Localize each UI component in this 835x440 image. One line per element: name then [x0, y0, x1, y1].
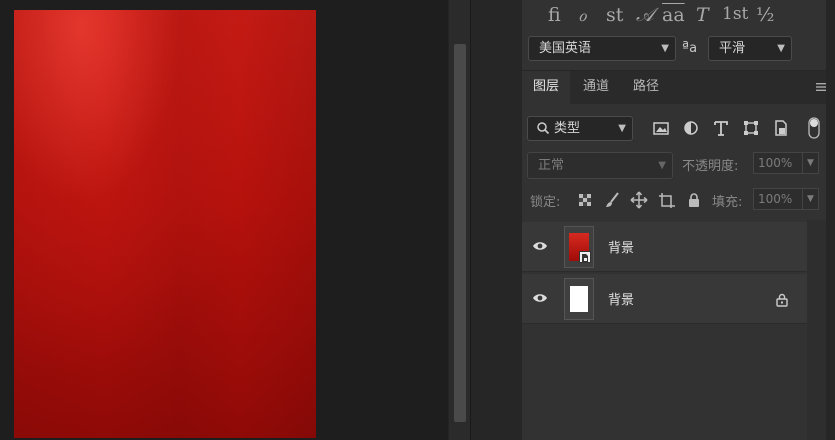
opacity-input[interactable]: 100% [753, 152, 803, 174]
adjustment-filter-icon[interactable] [680, 117, 702, 139]
search-icon [536, 117, 550, 147]
lock-label: 锁定: [530, 195, 561, 210]
opacity-dropdown[interactable]: ▼ [803, 152, 819, 174]
canvas-workspace[interactable] [0, 0, 448, 440]
filter-toggle-switch[interactable] [807, 116, 821, 140]
image-filter-icon[interactable] [650, 117, 672, 139]
lock-image-pixels-brush-icon[interactable] [602, 189, 624, 211]
fill-input[interactable]: 100% [753, 188, 803, 210]
blend-mode-dropdown[interactable]: 正常 ▼ [527, 152, 673, 179]
stylistic-alternates-glyph-button[interactable]: aa [662, 4, 685, 26]
tab-channels[interactable]: 通道 [572, 71, 620, 105]
aa-size-icon: ªa [682, 38, 698, 56]
layer-thumbnail [564, 226, 594, 268]
layer-filter-dropdown[interactable]: 类型 ▼ [527, 116, 633, 141]
layer-name[interactable]: 背景 [608, 237, 634, 256]
smart-object-filter-icon[interactable] [770, 117, 792, 139]
filter-kind-value: 类型 [554, 121, 581, 136]
discretionary-ligature-glyph-button[interactable]: st [606, 4, 623, 26]
layer-name[interactable]: 背景 [608, 289, 634, 308]
chevron-down-icon: ▼ [658, 160, 666, 171]
chevron-down-icon: ▼ [618, 123, 626, 134]
document-canvas[interactable] [14, 10, 316, 438]
opentype-glyph-bar: ﬁ ℴ st 𝒜 aa 𝑇 1st ½ [522, 0, 835, 34]
type-filter-icon[interactable] [710, 117, 732, 139]
lock-position-move-icon[interactable] [628, 189, 650, 211]
fill-label: 填充: [712, 195, 743, 210]
canvas-scrollbar-thumb[interactable] [454, 44, 466, 422]
eye-icon[interactable] [532, 239, 548, 253]
tab-layers[interactable]: 图层 [522, 71, 570, 105]
right-panel: ﬁ ℴ st 𝒜 aa 𝑇 1st ½ 美国英语 ▼ ªa 平滑 ▼ 图层 通道… [522, 0, 835, 440]
antialias-value: 平滑 [719, 41, 746, 56]
old-style-glyph-button[interactable]: ℴ [578, 4, 587, 26]
blend-mode-value: 正常 [538, 158, 565, 173]
fill-dropdown[interactable]: ▼ [803, 188, 819, 210]
fractions-glyph-button[interactable]: ½ [756, 4, 774, 26]
language-dropdown[interactable]: 美国英语 ▼ [528, 36, 676, 61]
language-value: 美国英语 [539, 41, 592, 56]
layer-thumbnail [564, 278, 594, 320]
chevron-down-icon: ▼ [661, 43, 669, 54]
ordinals-glyph-button[interactable]: 1st [722, 4, 748, 24]
panel-dock-strip [470, 0, 522, 440]
lock-artboard-icon[interactable] [655, 189, 677, 211]
tab-paths[interactable]: 路径 [622, 71, 670, 105]
lock-all-icon[interactable] [683, 189, 705, 211]
titling-alternates-glyph-button[interactable]: 𝑇 [696, 4, 709, 26]
smart-object-badge-icon [579, 251, 591, 263]
layer-row[interactable]: 背景 [522, 222, 807, 272]
shape-filter-icon[interactable] [740, 117, 762, 139]
canvas-scrollbar[interactable] [448, 0, 470, 440]
eye-icon[interactable] [532, 291, 548, 305]
antialias-dropdown[interactable]: 平滑 ▼ [708, 36, 792, 61]
lock-icon[interactable] [775, 293, 789, 307]
lock-transparent-pixels-icon[interactable] [574, 189, 596, 211]
chevron-down-icon: ▼ [777, 43, 785, 54]
ligature-glyph-button[interactable]: ﬁ [548, 4, 561, 26]
opacity-label: 不透明度: [682, 159, 739, 174]
layer-row[interactable]: 背景 [522, 274, 807, 324]
layers-panel-tabs: 图层 通道 路径 [522, 70, 835, 105]
window-edge [826, 0, 835, 440]
swash-glyph-button[interactable]: 𝒜 [636, 4, 654, 26]
layers-list: 背景 背景 [522, 220, 807, 440]
